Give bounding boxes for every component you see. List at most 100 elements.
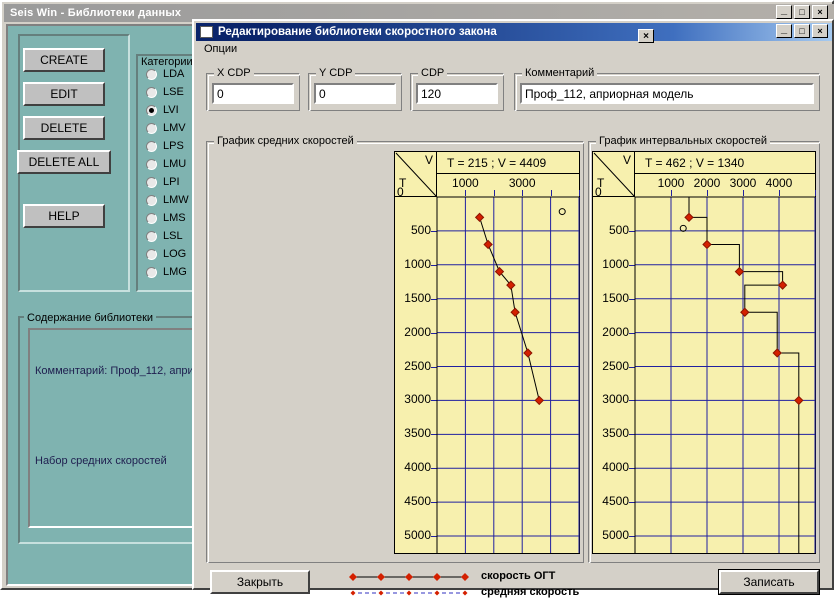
dialog-menubar: Опции	[198, 43, 832, 59]
y-tick-label: 2000	[602, 324, 629, 339]
category-radio-lmu[interactable]: LMU	[146, 158, 186, 170]
minimize-button[interactable]: _	[776, 5, 792, 19]
x-tick-label: 3000	[729, 176, 757, 190]
y-tick-mark	[431, 298, 437, 300]
delete-all-button[interactable]: DELETE ALL	[17, 150, 111, 174]
category-radio-lmv[interactable]: LMV	[146, 122, 186, 134]
library-line: Комментарий: Проф_112, априор	[35, 365, 206, 377]
y-tick-label: 3000	[602, 392, 629, 407]
close-button[interactable]: ×	[812, 5, 828, 19]
x-tick-mark	[522, 190, 524, 196]
category-radio-lmg[interactable]: LMG	[146, 266, 187, 278]
interval-velocity-group-label: График интервальных скоростей	[596, 135, 770, 147]
help-button[interactable]: HELP	[23, 204, 105, 228]
legend-label-ogt: скорость ОГТ	[481, 570, 556, 582]
y-tick-mark	[431, 332, 437, 334]
y-tick-mark	[431, 264, 437, 266]
dialog-minimize-button[interactable]: _	[776, 24, 792, 38]
category-radio-lse[interactable]: LSE	[146, 86, 184, 98]
cdp-label: CDP	[418, 67, 448, 79]
library-content-text[interactable]: Комментарий: Проф_112, априор Набор сред…	[28, 328, 208, 528]
x-cdp-input[interactable]: 0	[212, 83, 294, 104]
dialog-maximize-button[interactable]: □	[794, 24, 810, 38]
category-radio-lvi[interactable]: LVI	[146, 104, 179, 116]
x-tick-mark	[671, 190, 672, 196]
cdp-input[interactable]: 120	[416, 83, 498, 104]
comment-input[interactable]: Проф_112, априорная модель	[520, 83, 814, 104]
delete-all-button-label: DELETE ALL	[28, 155, 100, 169]
mdi-child-close-button[interactable]: ×	[638, 29, 654, 43]
library-line: Набор средних скоростей	[35, 455, 167, 467]
y-tick-label: 3500	[404, 426, 431, 441]
category-label: LMW	[163, 194, 189, 206]
help-button-label: HELP	[48, 209, 80, 223]
y-tick-label: 500	[410, 222, 431, 237]
category-radio-lda[interactable]: LDA	[146, 68, 184, 80]
category-radio-lms[interactable]: LMS	[146, 212, 186, 224]
x-tick-mark	[579, 190, 580, 196]
radio-icon	[146, 176, 157, 188]
category-radio-lpi[interactable]: LPI	[146, 176, 180, 188]
y-tick-label: 3500	[602, 426, 629, 441]
avg-velocity-plot[interactable]: T = 215 ; V = 4409 V T 1000 3000 0 500 1000 1500…	[394, 151, 580, 554]
edit-button[interactable]: EDIT	[23, 82, 105, 106]
dialog-titlebar[interactable]: Редактирование библиотеки скоростного за…	[196, 23, 832, 41]
library-line	[35, 409, 202, 424]
axis-label-v: V	[424, 153, 433, 167]
y-tick-label: 4000	[404, 460, 431, 475]
category-radio-lmw[interactable]: LMW	[146, 194, 189, 206]
dialog-window-buttons: _ □ ×	[776, 24, 828, 38]
x-tick-mark	[779, 190, 780, 196]
delete-button[interactable]: DELETE	[23, 116, 105, 140]
y-tick-mark	[431, 400, 437, 402]
interval-velocity-plot[interactable]: T = 462 ; V = 1340 V T 1000 2000 3000 4000 0 500…	[592, 151, 816, 554]
radio-icon	[146, 122, 157, 134]
x-tick-mark	[465, 190, 467, 196]
y-tick-mark	[629, 434, 635, 436]
x-tick-mark	[743, 190, 744, 196]
radio-icon	[146, 86, 157, 98]
y-tick-label: 5000	[602, 528, 629, 543]
x-tick-label: 3000	[508, 176, 536, 190]
radio-icon	[146, 140, 157, 152]
categories-group-label: Категории	[138, 56, 196, 68]
save-button[interactable]: Записать	[719, 570, 819, 594]
close-dialog-button[interactable]: Закрыть	[210, 570, 310, 594]
radio-icon	[146, 266, 157, 278]
x-tick-label: 1000	[452, 176, 479, 190]
y-tick-label: 2500	[404, 358, 431, 373]
x-tick-mark	[707, 190, 708, 196]
save-button-label: Записать	[743, 575, 795, 589]
data-point-marker	[777, 280, 788, 290]
window-icon	[200, 26, 213, 38]
x-tick-label: 1000	[657, 176, 685, 190]
cdp-value: 120	[421, 86, 442, 101]
dialog-close-button[interactable]: ×	[812, 24, 828, 38]
y-tick-mark	[629, 264, 635, 266]
create-button[interactable]: CREATE	[23, 48, 105, 72]
axis-label-v: V	[622, 153, 631, 167]
category-radio-lsl[interactable]: LSL	[146, 230, 183, 242]
category-label: LMG	[163, 266, 187, 278]
y-cdp-input[interactable]: 0	[314, 83, 396, 104]
y-tick-label: 4500	[404, 494, 431, 509]
category-radio-log[interactable]: LOG	[146, 248, 186, 260]
y-tick-mark	[431, 536, 437, 538]
y-tick-mark	[629, 468, 635, 470]
radio-icon	[146, 158, 157, 170]
data-point-marker	[702, 239, 712, 250]
radio-icon	[146, 68, 157, 80]
data-point-marker	[534, 395, 544, 406]
y-tick-mark	[629, 298, 635, 300]
category-label: LPS	[163, 140, 184, 152]
category-label: LMS	[163, 212, 186, 224]
category-radio-lps[interactable]: LPS	[146, 140, 184, 152]
maximize-button[interactable]: □	[794, 5, 810, 19]
menu-item-options[interactable]: Опции	[204, 43, 237, 55]
data-point-marker	[734, 266, 745, 277]
interval-plot-readout: T = 462 ; V = 1340	[635, 152, 815, 174]
y-cdp-label: Y CDP	[316, 67, 356, 79]
data-point-marker	[510, 307, 520, 317]
radio-icon	[146, 230, 157, 242]
category-label: LMV	[163, 122, 186, 134]
